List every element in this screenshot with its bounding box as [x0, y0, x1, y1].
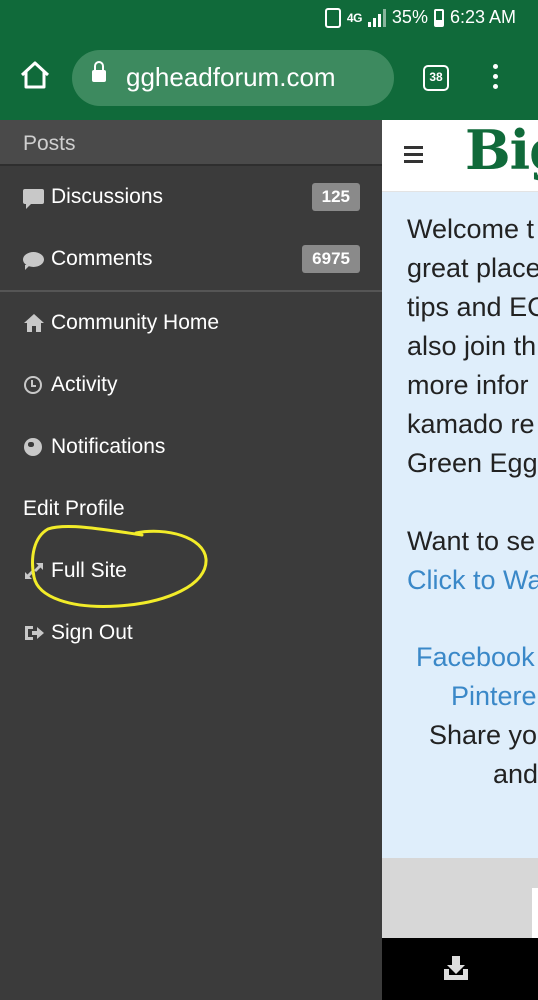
overflow-menu-icon[interactable]	[488, 64, 502, 94]
watch-link[interactable]: Click to Wa	[407, 565, 538, 596]
nav-item-label: Activity	[51, 373, 118, 396]
nav-item-full-site[interactable]: Full Site	[0, 540, 382, 602]
welcome-panel: Welcome t great place tips and EC also j…	[382, 192, 538, 858]
globe-icon	[23, 436, 45, 458]
nav-item-sign-out[interactable]: Sign Out	[0, 602, 382, 664]
welcome-text-line: also join th	[407, 331, 537, 361]
share-text: Share yo	[429, 720, 538, 750]
nav-item-edit-profile[interactable]: Edit Profile	[0, 478, 382, 540]
nav-item-label: Comments	[51, 247, 153, 270]
tab-switcher-button[interactable]: 38	[423, 65, 449, 91]
address-bar[interactable]: ggheadforum.com	[72, 50, 394, 106]
signal-icon	[367, 8, 386, 27]
clock-time: 6:23 AM	[449, 7, 516, 27]
comments-icon	[23, 248, 45, 270]
facebook-link[interactable]: Facebook	[416, 642, 535, 673]
nav-item-community-home[interactable]: Community Home	[0, 292, 382, 354]
comments-count-badge: 6975	[302, 245, 360, 273]
lock-icon	[92, 61, 106, 84]
hamburger-menu-icon[interactable]	[404, 146, 423, 167]
home-icon	[24, 314, 44, 332]
nav-item-label: Full Site	[51, 559, 127, 582]
drawer-section-title: Posts	[0, 120, 382, 164]
site-header: Big	[382, 120, 538, 192]
welcome-text-line: great place	[407, 253, 538, 283]
url-text[interactable]: ggheadforum.com	[126, 62, 336, 93]
network-type: 4G	[346, 10, 363, 25]
and-text: and	[493, 759, 538, 789]
expand-arrows-icon	[25, 563, 43, 579]
welcome-text-line: kamado re	[407, 409, 535, 439]
battery-icon	[433, 8, 444, 27]
pinterest-link[interactable]: Pintere	[451, 681, 537, 712]
download-bar	[382, 938, 538, 1000]
home-icon[interactable]	[18, 58, 52, 92]
side-drawer: Posts Discussions 125 Comments 6975 Comm…	[0, 120, 382, 1000]
footer-box	[532, 888, 538, 938]
site-logo[interactable]: Big	[465, 120, 538, 182]
discussions-icon	[23, 186, 45, 209]
page-footer	[382, 858, 538, 938]
nav-item-label: Sign Out	[51, 621, 133, 644]
battery-percent: 35%	[391, 7, 428, 27]
sign-out-icon	[25, 626, 44, 640]
clock-icon	[23, 374, 45, 396]
vibrate-icon	[324, 7, 341, 28]
page-content: Big Welcome t great place tips and EC al…	[382, 120, 538, 938]
browser-toolbar: ggheadforum.com 38	[0, 38, 538, 120]
welcome-text-line: Green Egg	[407, 448, 538, 478]
nav-item-label: Notifications	[51, 435, 166, 458]
status-icons: 4G 35% 6:23 AM	[324, 7, 516, 28]
download-icon[interactable]	[441, 953, 471, 983]
nav-item-label: Community Home	[51, 311, 220, 334]
nav-item-label: Discussions	[51, 185, 164, 208]
nav-item-notifications[interactable]: Notifications	[0, 416, 382, 478]
nav-item-comments[interactable]: Comments 6975	[0, 228, 382, 290]
status-bar: 4G 35% 6:23 AM	[0, 0, 538, 38]
nav-item-discussions[interactable]: Discussions 125	[0, 166, 382, 228]
welcome-text-line: tips and EC	[407, 292, 538, 322]
nav-item-activity[interactable]: Activity	[0, 354, 382, 416]
welcome-text-line: Welcome t	[407, 214, 535, 244]
want-text: Want to se	[407, 526, 536, 556]
nav-item-label: Edit Profile	[23, 497, 125, 520]
welcome-text-line: more infor	[407, 370, 529, 400]
discussions-count-badge: 125	[311, 183, 360, 211]
